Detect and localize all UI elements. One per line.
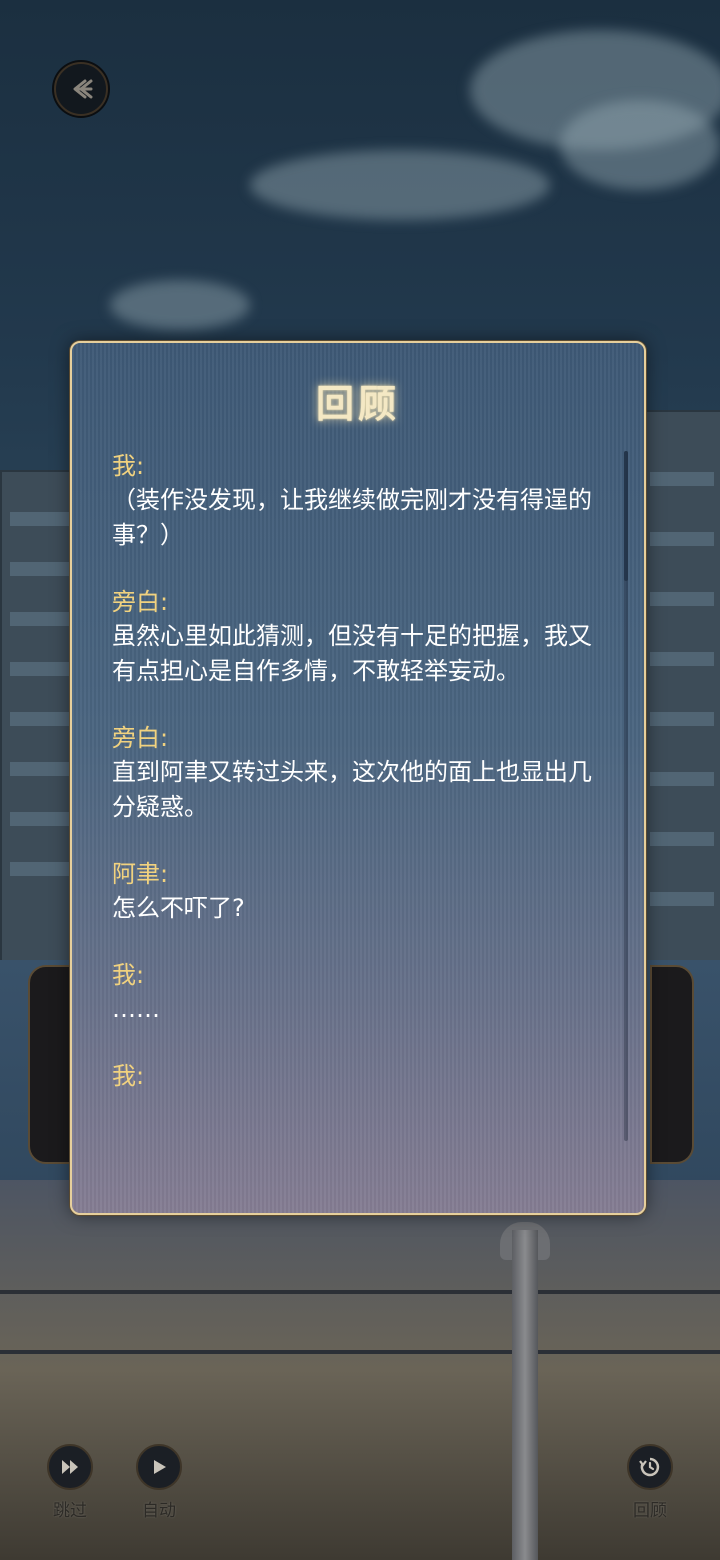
review-button[interactable]: 回顾 — [615, 1444, 685, 1521]
scrollbar[interactable] — [624, 451, 628, 1141]
review-dialog: 回顾 我: （装作没发现，让我继续做完刚才没有得逞的事？） 旁白: 虽然心里如此… — [70, 341, 646, 1215]
auto-button[interactable]: 自动 — [124, 1444, 194, 1521]
frame-left — [28, 965, 72, 1164]
dialog-line: 虽然心里如此猜测，但没有十足的把握，我又有点担心是自作多情，不敢轻举妄动。 — [112, 622, 592, 685]
auto-label: 自动 — [142, 1501, 176, 1521]
dialog-line: 怎么不吓了? — [112, 894, 245, 922]
scrollbar-thumb[interactable] — [624, 451, 628, 581]
dialog-log[interactable]: 我: （装作没发现，让我继续做完刚才没有得逞的事？） 旁白: 虽然心里如此猜测，… — [112, 449, 602, 1149]
railing — [0, 1350, 720, 1354]
building-right — [640, 410, 720, 974]
speaker-name: 我: — [112, 452, 145, 480]
skip-button[interactable]: 跳过 — [35, 1444, 105, 1521]
log-entry: 旁白: 直到阿聿又转过头来，这次他的面上也显出几分疑惑。 — [112, 721, 602, 825]
railing — [0, 1290, 720, 1294]
speaker-name: 旁白: — [112, 588, 169, 616]
back-arrow-icon — [73, 79, 93, 99]
fast-forward-icon — [47, 1444, 93, 1490]
cloud — [560, 100, 720, 190]
frame-right — [650, 965, 694, 1164]
speaker-name: 我: — [112, 961, 145, 989]
lamp-post — [512, 1230, 538, 1560]
log-entry: 我: — [112, 1059, 602, 1093]
speaker-name: 旁白: — [112, 724, 169, 752]
cloud — [250, 150, 550, 220]
dialog-line: （装作没发现，让我继续做完刚才没有得逞的事？） — [112, 486, 592, 549]
history-icon — [627, 1444, 673, 1490]
review-label: 回顾 — [633, 1501, 667, 1521]
dialog-line: 直到阿聿又转过头来，这次他的面上也显出几分疑惑。 — [112, 758, 592, 821]
back-button[interactable] — [54, 62, 108, 116]
play-icon — [136, 1444, 182, 1490]
skip-label: 跳过 — [53, 1501, 87, 1521]
dialog-line: …… — [112, 995, 160, 1023]
speaker-name: 阿聿: — [112, 860, 169, 888]
log-entry: 阿聿: 怎么不吓了? — [112, 857, 602, 926]
speaker-name: 我: — [112, 1062, 145, 1090]
log-entry: 旁白: 虽然心里如此猜测，但没有十足的把握，我又有点担心是自作多情，不敢轻举妄动… — [112, 585, 602, 689]
promenade — [0, 1180, 720, 1560]
cloud — [110, 280, 250, 330]
log-entry: 我: （装作没发现，让我继续做完刚才没有得逞的事？） — [112, 449, 602, 553]
dialog-title: 回顾 — [315, 381, 400, 426]
log-entry: 我: …… — [112, 958, 602, 1027]
